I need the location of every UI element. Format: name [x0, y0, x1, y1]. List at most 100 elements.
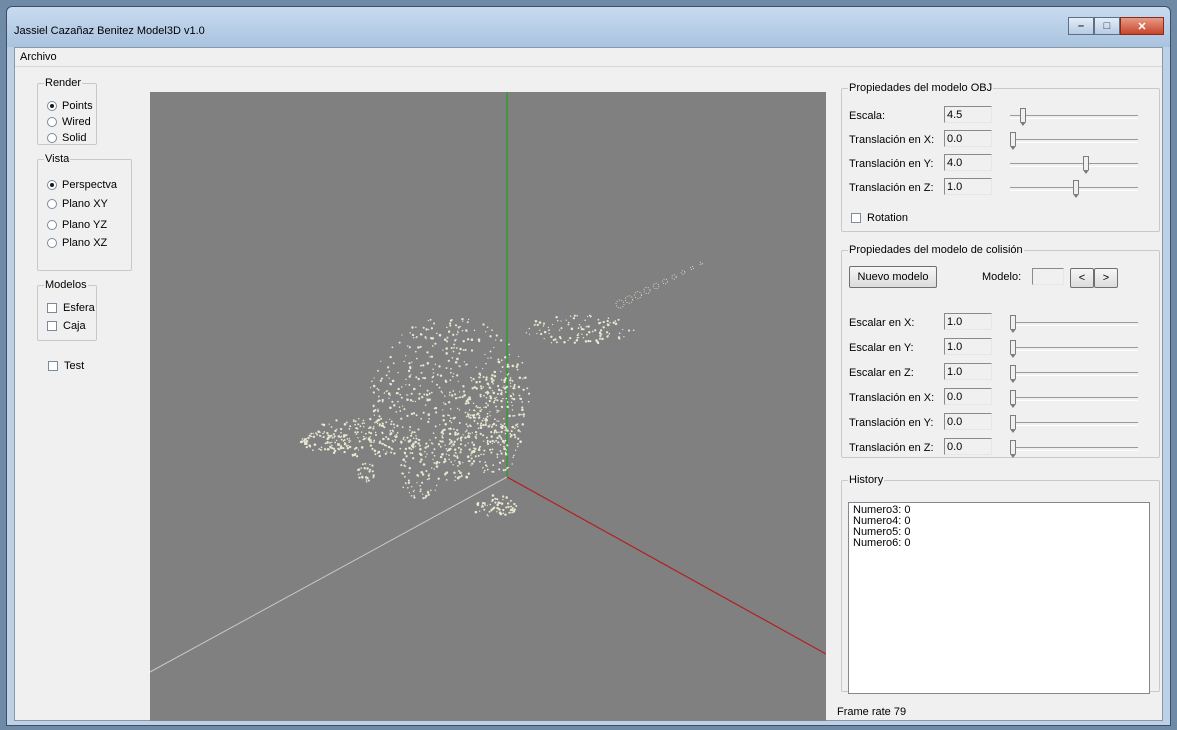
model-point [365, 479, 368, 481]
col-translacion-z-slider[interactable] [1010, 438, 1138, 458]
obj-escala-slider-thumb[interactable] [1020, 108, 1026, 126]
col-escalar-y-slider-thumb[interactable] [1010, 340, 1016, 358]
model-point [392, 423, 395, 426]
obj-translacion-x-slider-thumb[interactable] [1010, 132, 1016, 150]
model-point [497, 388, 501, 392]
model-point [428, 398, 431, 401]
model-point [439, 445, 442, 448]
model-index-input[interactable] [1032, 268, 1064, 285]
obj-translacion-x-slider[interactable] [1010, 130, 1138, 150]
model-point [500, 339, 503, 342]
col-translacion-x-slider-thumb[interactable] [1010, 390, 1016, 408]
model-point [400, 417, 403, 420]
obj-escala-input[interactable] [944, 106, 992, 123]
col-escalar-z-slider-thumb[interactable] [1010, 365, 1016, 383]
model-point [390, 420, 393, 423]
checkbox-esfera[interactable]: Esfera [47, 302, 95, 314]
model-point [323, 448, 327, 451]
model-point [448, 394, 451, 396]
model-point [482, 376, 485, 378]
model-point [362, 425, 365, 428]
menu-archivo[interactable]: Archivo [20, 51, 57, 63]
model-point [346, 438, 349, 440]
model-point [496, 456, 499, 459]
obj-escala-slider[interactable] [1010, 106, 1138, 126]
obj-translacion-y-input[interactable] [944, 154, 992, 171]
col-escalar-x-input[interactable] [944, 313, 992, 330]
3d-viewport[interactable] [149, 92, 827, 721]
next-model-button[interactable]: > [1094, 268, 1118, 288]
obj-translacion-y-slider[interactable] [1010, 154, 1138, 174]
col-translacion-x-slider[interactable] [1010, 388, 1138, 408]
model-point [353, 454, 356, 457]
model-point [422, 463, 426, 466]
radio-plano-xz[interactable]: Plano XZ [47, 237, 107, 249]
model-point [357, 473, 360, 476]
radio-perspectiva[interactable]: Perspectva [47, 179, 117, 191]
history-list[interactable]: Numero3: 0 Numero4: 0 Numero5: 0 Numero6… [848, 502, 1150, 694]
col-translacion-y-slider-thumb[interactable] [1010, 415, 1016, 433]
maximize-button[interactable]: □ [1094, 17, 1120, 35]
model-point [496, 399, 499, 402]
model-point [326, 448, 330, 451]
obj-translacion-z-slider-thumb[interactable] [1073, 180, 1079, 198]
obj-translacion-z-slider[interactable] [1010, 178, 1138, 198]
obj-translacion-y-slider-thumb[interactable] [1083, 156, 1089, 174]
radio-points[interactable]: Points [47, 100, 93, 112]
col-escalar-x-slider-thumb[interactable] [1010, 315, 1016, 333]
model-point [363, 422, 366, 424]
col-escalar-y-slider[interactable] [1010, 338, 1138, 358]
minimize-button[interactable]: – [1068, 17, 1094, 35]
checkbox-caja[interactable]: Caja [47, 320, 86, 332]
model-point [493, 441, 496, 443]
model-point [464, 431, 467, 433]
radio-plano-yz[interactable]: Plano YZ [47, 219, 107, 231]
model-point [395, 433, 398, 436]
col-escalar-z-slider[interactable] [1010, 363, 1138, 383]
model-point [465, 415, 468, 418]
model-point [426, 491, 430, 494]
radio-wired[interactable]: Wired [47, 116, 91, 128]
col-escalar-y-input[interactable] [944, 338, 992, 355]
model-point [320, 446, 323, 449]
new-model-button[interactable]: Nuevo modelo [849, 266, 937, 288]
checkbox-rotation[interactable]: Rotation [851, 212, 908, 224]
model-point [434, 363, 437, 366]
model-point [573, 314, 576, 317]
col-escalar-z-input[interactable] [944, 363, 992, 380]
obj-translacion-z-input[interactable] [944, 178, 992, 195]
model-point [452, 333, 455, 336]
model-point [371, 380, 373, 383]
model-point [492, 422, 496, 426]
col-translacion-y-input[interactable] [944, 413, 992, 430]
model-point [388, 397, 390, 399]
model-point [387, 366, 390, 369]
model-point [508, 366, 510, 368]
point-cloud-model [299, 261, 703, 517]
model-point [491, 380, 494, 383]
radio-solid[interactable]: Solid [47, 132, 86, 144]
model-point [430, 327, 434, 330]
prev-model-button[interactable]: < [1070, 268, 1094, 288]
col-translacion-z-input[interactable] [944, 438, 992, 455]
model-point [470, 452, 473, 455]
model-point [506, 444, 509, 447]
model-point [407, 479, 410, 482]
model-point [419, 460, 422, 463]
model-point [521, 408, 524, 412]
col-translacion-x-input[interactable] [944, 388, 992, 405]
col-translacion-y-slider[interactable] [1010, 413, 1138, 433]
model-point [318, 434, 321, 437]
radio-plano-xy[interactable]: Plano XY [47, 198, 108, 210]
model-point [340, 431, 342, 434]
checkbox-test[interactable]: Test [48, 360, 84, 372]
obj-translacion-x-input[interactable] [944, 130, 992, 147]
col-escalar-x-slider[interactable] [1010, 313, 1138, 333]
col-translacion-z-slider-thumb[interactable] [1010, 440, 1016, 458]
model-point [377, 408, 379, 410]
model-point [508, 354, 511, 356]
close-button[interactable]: ✕ [1120, 17, 1164, 35]
title-bar[interactable]: Jassiel Cazañaz Benitez Model3D v1.0 – □… [7, 7, 1170, 47]
model-point [480, 385, 482, 388]
model-point [385, 444, 388, 447]
